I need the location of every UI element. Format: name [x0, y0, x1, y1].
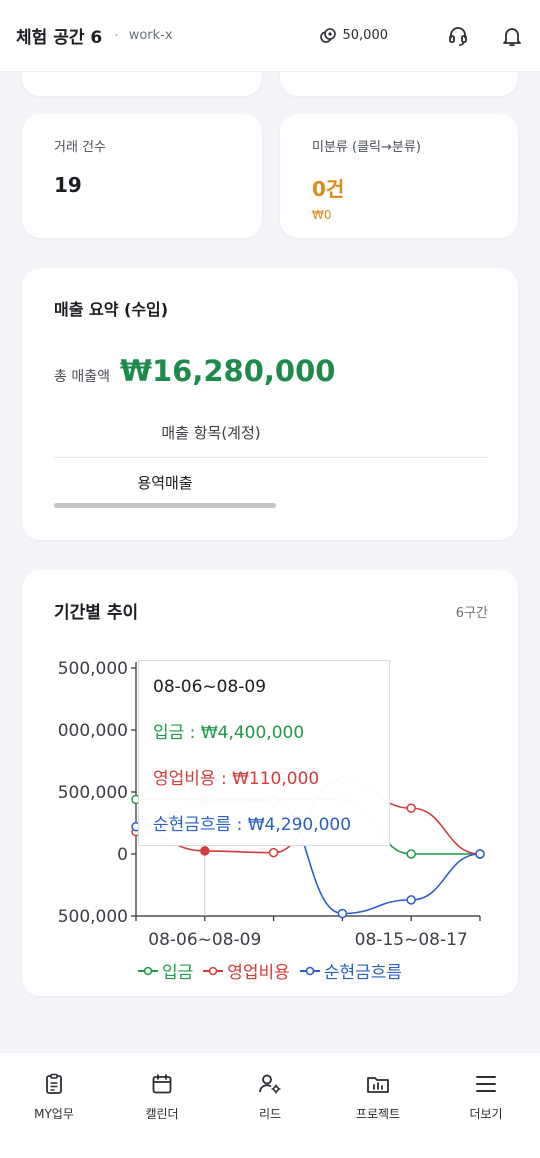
transaction-count-card: 거래 건수 19 [22, 114, 262, 238]
clipboard-icon [46, 1073, 62, 1094]
calendar-icon [152, 1074, 172, 1094]
trend-card: 기간별 추이 6구간 500,000 000,000 500,000 0 500,000… [22, 570, 518, 996]
notification-button[interactable] [500, 24, 524, 48]
menu-icon [476, 1076, 496, 1092]
stat-value: 19 [54, 173, 82, 197]
y-tick-label: 000,000 [58, 721, 128, 741]
table-row[interactable]: 용역매출 [54, 472, 276, 493]
nav-item-calendar[interactable]: 캘린더 [108, 1053, 216, 1158]
nav-label: MY업무 [34, 1107, 74, 1121]
tooltip-income: 입금 : ₩4,400,000 [153, 723, 305, 743]
table-header: 매출 항목(계정) [54, 422, 488, 458]
data-point [406, 849, 416, 859]
legend-item-income[interactable]: 입금 [137, 958, 194, 983]
chart-tooltip: 08-06~08-09 입금 : ₩4,400,000 영업비용 : ₩110,… [138, 660, 390, 846]
legend-marker-icon [137, 966, 158, 975]
bell-icon [503, 27, 521, 46]
data-point [337, 908, 348, 919]
coin-amount: 50,000 [342, 28, 389, 43]
nav-label: 리드 [258, 1107, 282, 1121]
nav-item-leads[interactable]: 리드 [216, 1053, 324, 1158]
legend-label: 영업비용 [227, 963, 290, 983]
legend-label: 입금 [161, 963, 194, 983]
coin-balance[interactable]: 50,000 [319, 27, 389, 45]
headset-icon [449, 26, 467, 46]
y-tick-label: 500,000 [58, 659, 128, 679]
workspace-id: work-x [128, 28, 173, 43]
total-sales-label: 총 매출액 [54, 369, 110, 385]
legend-marker-icon [299, 966, 320, 975]
y-tick-label: 500,000 [58, 783, 128, 803]
stat-value: 0건 [312, 177, 345, 201]
support-button[interactable] [446, 24, 470, 48]
nav-item-my-tasks[interactable]: MY업무 [0, 1053, 108, 1158]
data-point [406, 803, 416, 813]
total-sales-value: ₩16,280,000 [119, 354, 336, 388]
nav-label: 더보기 [469, 1107, 503, 1121]
legend-label: 순현금흐름 [323, 963, 403, 983]
legend-item-net[interactable]: 순현금흐름 [299, 958, 403, 983]
nav-label: 프로젝트 [355, 1107, 401, 1121]
user-gear-icon [259, 1074, 281, 1094]
chart-legend: 입금 영업비용 순현금흐름 [22, 958, 518, 983]
separator: · [114, 27, 119, 44]
data-point [200, 846, 210, 856]
legend-marker-icon [203, 966, 224, 975]
stat-subvalue: ₩0 [312, 208, 332, 222]
workspace-name[interactable]: 체험 공간 6 [16, 23, 102, 48]
coin-icon [319, 27, 336, 43]
stat-label: 미분류 (클릭→분류) [312, 140, 421, 155]
folder-chart-icon [367, 1077, 389, 1093]
tooltip-title: 08-06~08-09 [153, 677, 267, 697]
x-tick-label: 08-06~08-09 [148, 930, 261, 950]
data-point [406, 895, 416, 905]
x-tick-label: 08-15~08-17 [355, 930, 468, 950]
bottom-nav: MY업무 캘린더 리드 프로젝트 더보기 [0, 1052, 540, 1158]
y-tick-label: 0 [117, 845, 128, 865]
tooltip-expense: 영업비용 : ₩110,000 [153, 769, 320, 789]
unclassified-card[interactable]: 미분류 (클릭→분류) 0건 ₩0 [280, 114, 518, 238]
section-title: 매출 요약 (수입) [54, 300, 169, 319]
nav-item-more[interactable]: 더보기 [432, 1053, 540, 1158]
nav-label: 캘린더 [145, 1107, 179, 1121]
sales-summary-card: 매출 요약 (수입) 총 매출액 ₩16,280,000 매출 항목(계정) 용… [22, 268, 518, 540]
data-point [475, 849, 485, 859]
stat-label: 거래 건수 [54, 140, 106, 155]
tooltip-net: 순현금흐름 : ₩4,290,000 [153, 815, 352, 835]
y-tick-label: 500,000 [58, 907, 128, 927]
app-header: 체험 공간 6 · work-x 50,000 [0, 0, 540, 72]
data-point [268, 847, 279, 858]
nav-item-projects[interactable]: 프로젝트 [324, 1053, 432, 1158]
horizontal-scrollbar[interactable] [54, 503, 276, 508]
legend-item-expense[interactable]: 영업비용 [203, 958, 290, 983]
